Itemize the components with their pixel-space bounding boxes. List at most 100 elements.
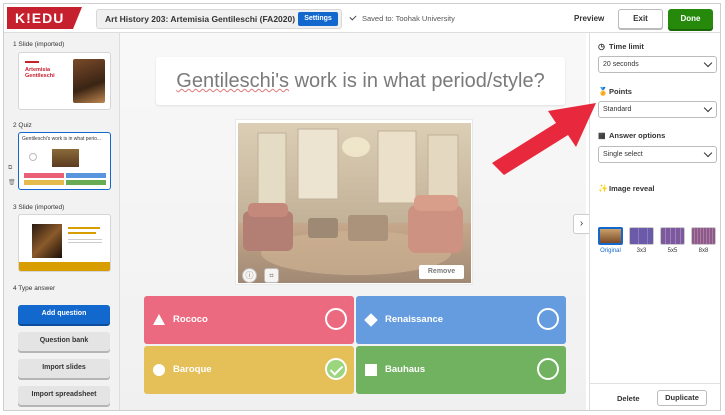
slide-3-thumbnail[interactable]: [18, 214, 111, 272]
chevron-down-icon: [703, 58, 713, 68]
reveal-label-5x5: 5x5: [667, 248, 678, 254]
answer-3-correct-toggle[interactable]: [325, 358, 347, 380]
answer-3-text: Baroque: [173, 364, 212, 375]
question-bank-button[interactable]: Question bank: [18, 332, 110, 351]
check-icon: [349, 13, 357, 21]
panel-footer: Delete Duplicate: [590, 383, 720, 410]
answer-3[interactable]: Baroque: [144, 346, 354, 394]
points-heading: 🏅Points: [598, 87, 632, 96]
import-slides-button[interactable]: Import slides: [18, 359, 110, 378]
question-text-misspelled: Gentileschi's: [176, 70, 290, 92]
kahoot-logo: K!EDU: [7, 7, 82, 29]
answer-1-correct-toggle[interactable]: [325, 308, 347, 330]
thumb-accent: [25, 61, 39, 63]
reveal-label-3x3: 3x3: [636, 248, 647, 254]
clock-icon: ◷: [598, 42, 605, 51]
delete-slide-icon[interactable]: 🗑: [8, 179, 16, 186]
diamond-icon: [364, 313, 378, 327]
reveal-5x5-preview: [661, 228, 684, 244]
answer-2-text: Renaissance: [385, 314, 444, 325]
import-spreadsheet-button[interactable]: Import spreadsheet: [18, 386, 110, 405]
points-value: Standard: [603, 106, 632, 113]
answer-4[interactable]: Bauhaus: [356, 346, 566, 394]
circle-icon: [153, 364, 165, 376]
thumb-text-line-2: [68, 232, 96, 234]
saved-status-text: Saved to: Toohak University: [362, 14, 455, 23]
exit-button[interactable]: Exit: [618, 9, 663, 29]
settings-button[interactable]: Settings: [298, 12, 338, 26]
slide-1-thumb-title: Artemisia Gentileschi: [25, 67, 55, 79]
thumb-answer-red: [24, 173, 64, 178]
points-select[interactable]: Standard: [598, 101, 717, 118]
annotation-arrow-icon: [492, 103, 596, 175]
answer-2-correct-toggle[interactable]: [537, 308, 559, 330]
add-question-button[interactable]: Add question: [18, 305, 110, 324]
question-title-input[interactable]: Gentileschi's work is in what period/sty…: [156, 57, 565, 105]
done-button[interactable]: Done: [668, 9, 713, 29]
answer-1[interactable]: Rococo: [144, 296, 354, 344]
answer-2[interactable]: Renaissance: [356, 296, 566, 344]
slide-2-label: 2 Quiz: [13, 122, 32, 129]
points-heading-text: Points: [609, 87, 632, 96]
question-media: ⓘ ⌗ Remove: [235, 119, 473, 285]
reveal-label-8x8: 8x8: [698, 248, 709, 254]
time-limit-select[interactable]: 20 seconds: [598, 56, 717, 73]
thumb-image: [52, 149, 79, 167]
rococo-room-photo: [238, 123, 471, 283]
chevron-down-icon: [703, 148, 713, 158]
time-limit-heading-text: Time limit: [609, 42, 644, 51]
square-icon: [365, 364, 377, 376]
thumb-answer-yellow: [24, 180, 64, 185]
answer-options-select[interactable]: Single select: [598, 146, 717, 163]
reveal-8x8-preview: [692, 228, 715, 244]
time-limit-heading: ◷ Time limit: [598, 42, 644, 51]
thumb-text-line-1: [68, 227, 100, 229]
grid-icon: ▦: [598, 131, 606, 140]
answer-4-correct-toggle[interactable]: [537, 358, 559, 380]
collapse-panel-chevron-icon[interactable]: ›: [573, 214, 589, 234]
slide-1-label: 1 Slide (imported): [13, 41, 65, 48]
slide-3-label: 3 Slide (imported): [13, 204, 65, 211]
slide-list-sidebar: 1 Slide (imported) Artemisia Gentileschi…: [4, 33, 120, 410]
top-bar: K!EDU Art History 203: Artemisia Gentile…: [4, 4, 720, 33]
saved-status: Saved to: Toohak University: [349, 13, 455, 23]
reveal-3x3-preview: [630, 228, 653, 244]
image-reveal-heading-text: Image reveal: [609, 184, 655, 193]
question-settings-panel: ◷ Time limit 20 seconds 🏅Points Standard …: [589, 33, 720, 410]
crop-icon[interactable]: ⌗: [264, 268, 279, 283]
reveal-option-3x3[interactable]: [629, 227, 654, 245]
thumb-footer-bar: [19, 262, 110, 271]
slide-2-thumbnail[interactable]: Gentileschi's work is in what perio...: [18, 132, 111, 190]
slide-4-label: 4 Type answer: [13, 285, 56, 292]
thumb-text-line-3: [68, 239, 102, 240]
image-reveal-heading: ✨Image reveal: [598, 184, 654, 193]
question-editor-canvas: Gentileschi's work is in what period/sty…: [120, 33, 586, 410]
question-image: [238, 123, 471, 283]
reveal-label-original: Original: [600, 248, 621, 254]
question-text: work is in what period/style?: [289, 70, 545, 92]
reveal-option-8x8[interactable]: [691, 227, 716, 245]
answer-options-value: Single select: [603, 151, 643, 158]
answer-1-text: Rococo: [173, 314, 208, 325]
reveal-original-preview: [600, 229, 621, 243]
slide-1-thumbnail[interactable]: Artemisia Gentileschi: [18, 52, 111, 110]
duplicate-question-button[interactable]: Duplicate: [657, 390, 707, 406]
thumb-text-line-4: [68, 242, 102, 243]
answer-options-heading: ▦ Answer options: [598, 131, 665, 140]
triangle-icon: [153, 314, 165, 325]
time-limit-value: 20 seconds: [603, 61, 639, 68]
delete-question-button[interactable]: Delete: [617, 394, 640, 403]
app-window: K!EDU Art History 203: Artemisia Gentile…: [3, 3, 721, 411]
kahoot-title-field[interactable]: Art History 203: Artemisia Gentileschi (…: [96, 9, 342, 29]
portrait-image: [73, 59, 105, 103]
reveal-option-original[interactable]: [598, 227, 623, 245]
answer-4-text: Bauhaus: [385, 364, 426, 375]
magic-wand-icon: ✨: [598, 184, 608, 193]
remove-image-button[interactable]: Remove: [419, 265, 464, 279]
preview-button[interactable]: Preview: [574, 14, 604, 23]
duplicate-slide-icon[interactable]: ⧉: [8, 165, 12, 172]
reveal-option-5x5[interactable]: [660, 227, 685, 245]
thumb-answer-green: [66, 180, 106, 185]
thumb-answer-blue: [66, 173, 106, 178]
image-info-icon[interactable]: ⓘ: [242, 268, 257, 283]
